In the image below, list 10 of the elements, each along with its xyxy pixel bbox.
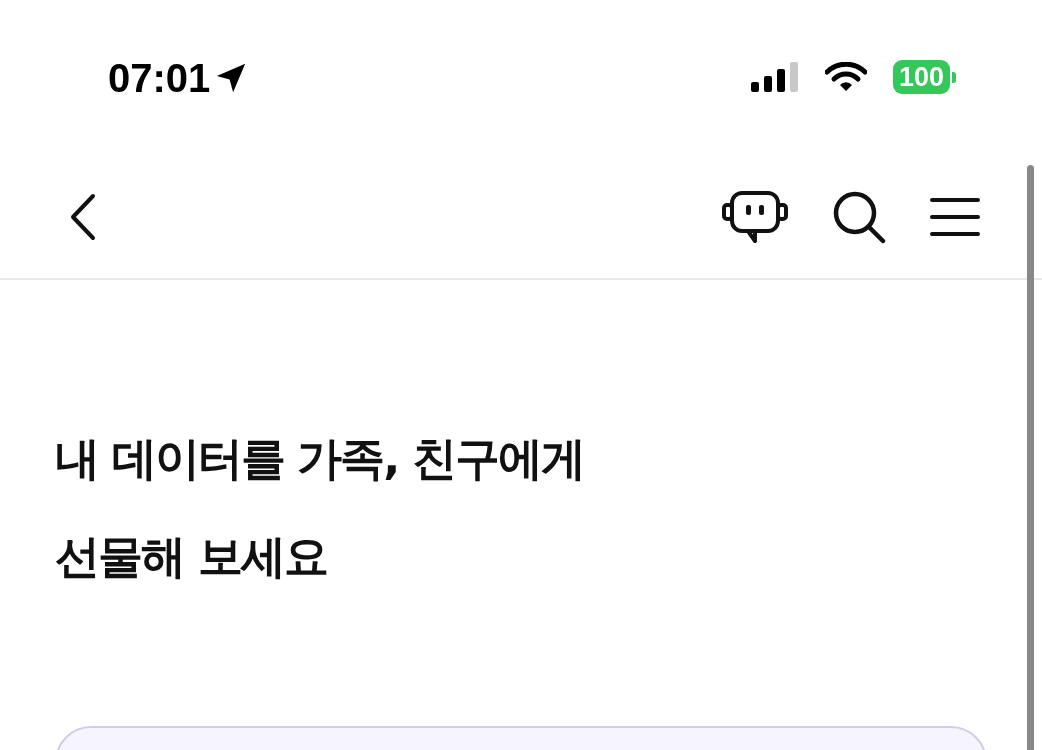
page-title: 내 데이터를 가족, 친구에게 선물해 보세요 xyxy=(55,431,586,585)
search-icon[interactable] xyxy=(832,189,886,244)
menu-icon[interactable] xyxy=(930,196,980,237)
status-time: 07:01 xyxy=(108,55,211,102)
battery-cap-icon xyxy=(952,71,956,83)
chatbot-icon[interactable] xyxy=(722,188,788,245)
signal-icon xyxy=(750,62,799,92)
back-icon[interactable] xyxy=(68,192,98,241)
wifi-icon xyxy=(824,62,867,92)
battery-indicator: 100 xyxy=(892,60,950,94)
